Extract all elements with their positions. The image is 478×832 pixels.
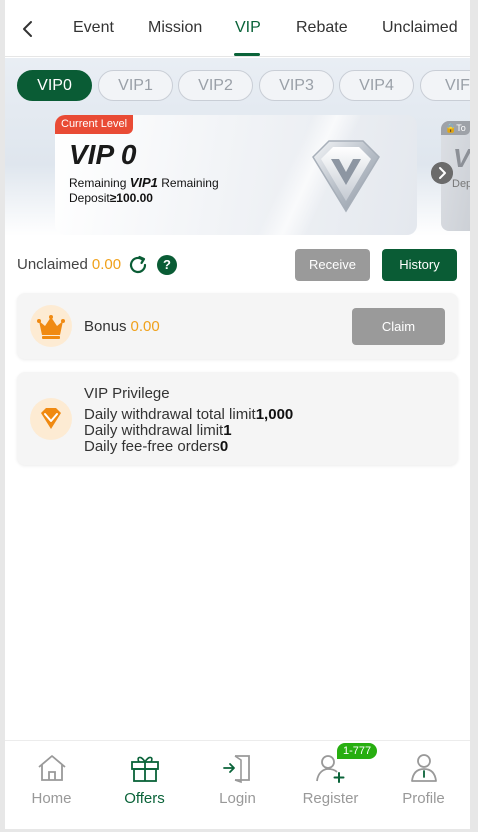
nav-offers[interactable]: Offers bbox=[98, 741, 191, 829]
remaining-prefix: Remaining bbox=[69, 176, 127, 190]
deposit-label: Deposit bbox=[69, 191, 110, 205]
nav-label-login: Login bbox=[219, 790, 256, 807]
next-level-name: VIP1 bbox=[129, 175, 158, 190]
next-level-lock-tag: 🔒To bbox=[441, 121, 470, 135]
vip-level-pill-3[interactable]: VIP3 bbox=[259, 70, 334, 101]
bonus-value: 0.00 bbox=[130, 318, 160, 335]
active-tab-indicator bbox=[234, 53, 260, 56]
vip-level-pill-4[interactable]: VIP4 bbox=[339, 70, 414, 101]
privilege-value: 1,000 bbox=[255, 406, 294, 423]
nav-home[interactable]: Home bbox=[5, 741, 98, 829]
nav-login[interactable]: Login bbox=[191, 741, 284, 829]
current-level-card: Current Level VIP 0 Remaining VIP1 Remai… bbox=[55, 115, 417, 235]
next-level-sub: Dep bbox=[452, 178, 470, 190]
receive-button[interactable]: Receive bbox=[295, 249, 370, 281]
privilege-label: Daily withdrawal limit bbox=[84, 422, 224, 439]
tab-mission[interactable]: Mission bbox=[148, 19, 202, 37]
vip-level-pill-1[interactable]: VIP1 bbox=[98, 70, 173, 101]
remaining-suffix: Remaining bbox=[161, 176, 219, 190]
privilege-value: 0 bbox=[219, 438, 229, 455]
bonus-info: Bonus 0.00 bbox=[84, 318, 160, 335]
remaining-requirement: Remaining VIP1 Remaining Deposit≥100.00 bbox=[69, 175, 249, 206]
profile-icon bbox=[411, 754, 437, 782]
deposit-amount: ≥100.00 bbox=[109, 191, 153, 205]
login-icon bbox=[223, 755, 250, 784]
privilege-line: Daily fee-free orders0 bbox=[84, 438, 228, 455]
bottom-nav: Home Offers Login Register 1-777 Profile bbox=[5, 740, 470, 829]
tab-vip[interactable]: VIP bbox=[235, 19, 261, 37]
vip-level-pill-5[interactable]: VIF bbox=[420, 70, 470, 101]
next-level-tag-text: To bbox=[456, 123, 466, 133]
app-frame: Event Mission VIP Rebate Unclaimed VIP0 … bbox=[5, 0, 470, 829]
diamond-icon-bg bbox=[30, 398, 72, 440]
vip-header: VIP0 VIP1 VIP2 VIP3 VIP4 VIF Current Lev… bbox=[5, 58, 470, 236]
unclaimed-summary: Unclaimed 0.00 bbox=[17, 256, 121, 273]
claim-button[interactable]: Claim bbox=[352, 308, 445, 345]
help-icon[interactable]: ? bbox=[157, 255, 177, 275]
unclaimed-label: Unclaimed bbox=[17, 256, 88, 273]
nav-label-register: Register bbox=[302, 790, 359, 807]
crown-icon-bg bbox=[30, 305, 72, 347]
home-icon bbox=[38, 755, 66, 781]
privilege-line: Daily withdrawal limit1 bbox=[84, 422, 232, 439]
nav-label-profile: Profile bbox=[402, 790, 445, 807]
privilege-title: VIP Privilege bbox=[84, 385, 170, 402]
tab-rebate[interactable]: Rebate bbox=[296, 19, 348, 37]
history-button[interactable]: History bbox=[382, 249, 457, 281]
back-arrow-icon[interactable] bbox=[17, 18, 39, 40]
nav-profile[interactable]: Profile bbox=[377, 741, 470, 829]
bonus-label: Bonus bbox=[84, 318, 127, 335]
tab-unclaimed[interactable]: Unclaimed bbox=[382, 19, 458, 37]
vip-level-pill-2[interactable]: VIP2 bbox=[178, 70, 253, 101]
unclaimed-value: 0.00 bbox=[91, 256, 122, 273]
privilege-line: Daily withdrawal total limit1,000 bbox=[84, 406, 293, 423]
next-level-title: V bbox=[453, 143, 470, 173]
crown-icon bbox=[37, 315, 65, 339]
vip-shield-badge-icon bbox=[312, 140, 380, 213]
nav-label-offers: Offers bbox=[124, 790, 165, 807]
current-level-tag: Current Level bbox=[55, 115, 134, 134]
privilege-value: 1 bbox=[223, 422, 232, 439]
next-card-arrow-icon[interactable] bbox=[431, 162, 453, 184]
top-nav: Event Mission VIP Rebate Unclaimed bbox=[5, 0, 470, 57]
nav-label-home: Home bbox=[31, 790, 72, 807]
tab-event[interactable]: Event bbox=[73, 19, 114, 37]
register-badge: 1-777 bbox=[337, 743, 378, 759]
vip-level-pill-0[interactable]: VIP0 bbox=[17, 70, 92, 101]
diamond-icon bbox=[41, 408, 61, 429]
refresh-icon[interactable] bbox=[127, 254, 149, 276]
privilege-label: Daily fee-free orders bbox=[84, 438, 220, 455]
gift-icon bbox=[131, 756, 159, 782]
privilege-label: Daily withdrawal total limit bbox=[84, 406, 256, 423]
bonus-panel: Bonus 0.00 Claim bbox=[17, 293, 458, 359]
vip-privilege-panel: VIP Privilege Daily withdrawal total lim… bbox=[17, 372, 458, 465]
vip-level-title: VIP 0 bbox=[69, 139, 137, 170]
